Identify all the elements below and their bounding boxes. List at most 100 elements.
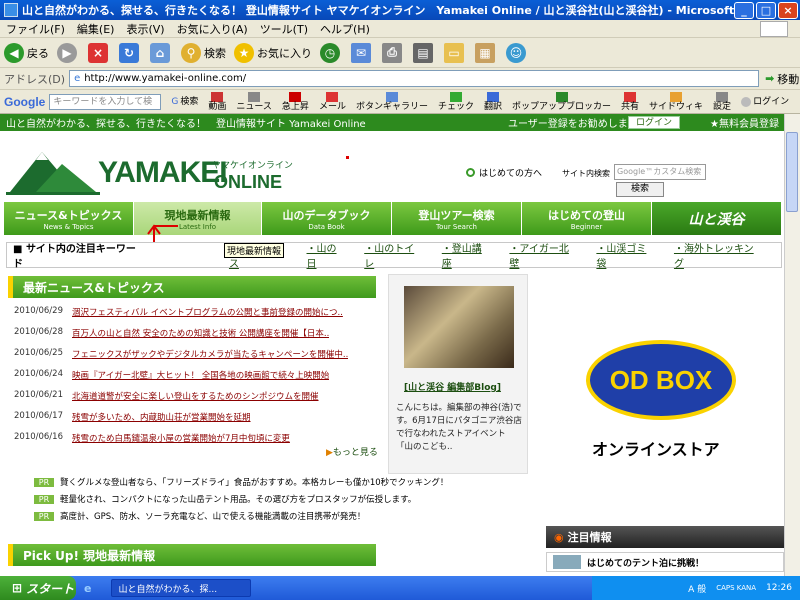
history-icon: ◷ xyxy=(320,42,340,63)
window-titlebar[interactable]: 山と自然がわかる、探せる、行きたくなる！ 登山情報サイト ヤマケイオンライン Y… xyxy=(0,0,800,20)
keyword-link[interactable]: ・海外トレッキング xyxy=(674,240,763,270)
google-translate-button[interactable]: 翻訳 xyxy=(484,91,502,112)
google-logo[interactable]: Google xyxy=(4,95,45,109)
google-check-label: チェック xyxy=(437,101,474,112)
menu-file[interactable]: ファイル(F) xyxy=(6,21,65,37)
menu-view[interactable]: 表示(V) xyxy=(126,21,164,37)
search-label: 検索 xyxy=(204,46,226,60)
news-title-link[interactable]: 北海道道警が安全に楽しい登山をするためのシンポジウムを開催 xyxy=(72,390,319,402)
google-mail-button[interactable]: メール xyxy=(319,91,346,112)
news-title-link[interactable]: 残雪のため白馬鑓温泉小屋の営業開始が7月中旬頃に変更 xyxy=(72,432,290,444)
home-button[interactable]: ⌂ xyxy=(150,42,173,63)
stop-button[interactable]: × xyxy=(88,42,111,63)
ie-quicklaunch-icon[interactable]: e xyxy=(84,582,91,595)
pr-item[interactable]: PR 高度計、GPS、防水、ソーラ充電など、山で使える機能満載の注目携帯が発売！ xyxy=(34,510,365,522)
menu-edit[interactable]: 編集(E) xyxy=(77,21,115,37)
google-g-icon: G xyxy=(171,96,179,107)
more-news-link[interactable]: ▶もっと見る xyxy=(326,445,378,458)
google-search-button[interactable]: G 検索 xyxy=(171,97,198,107)
pr-item[interactable]: PR 軽量化され、コンパクトになった山岳テント用品。その選び方をプロスタッフが伝授… xyxy=(34,493,416,505)
forward-button[interactable]: ▶ xyxy=(57,42,80,63)
nav-yamatokeikoku[interactable]: 山と渓谷 xyxy=(652,202,782,235)
address-input[interactable]: e http://www.yamakei-online.com/ xyxy=(69,70,760,87)
news-title-link[interactable]: 残雪が多いため、内蔵助山荘が営業開始を延期 xyxy=(72,411,251,423)
clock[interactable]: 12:26 xyxy=(766,583,792,593)
logo-yamakei-text[interactable]: YAMAKEI xyxy=(98,156,228,190)
nav-news-topics[interactable]: ニュース&トピックス News & Topics xyxy=(4,202,134,235)
ime-indicator[interactable]: A 般 xyxy=(688,582,706,595)
favorites-button[interactable]: ★ お気に入り xyxy=(234,42,312,63)
news-row[interactable]: 2010/06/17 残雪が多いため、内蔵助山荘が営業開始を延期 xyxy=(14,411,378,423)
yamakei-mountain-logo-icon[interactable] xyxy=(6,148,100,196)
odbox-caption[interactable]: オンラインストア xyxy=(592,436,720,460)
edit-button[interactable]: ▤ xyxy=(413,42,436,63)
menu-favorites[interactable]: お気に入り(A) xyxy=(177,21,248,37)
keyword-link[interactable]: ・山のトイレ xyxy=(364,240,424,270)
news-title-link[interactable]: 涸沢フェスティバル イベントプログラムの公開と事前登録の開始につ.. xyxy=(72,306,343,318)
nav-data-book[interactable]: 山のデータブック Data Book xyxy=(262,202,392,235)
keyword-link[interactable]: ・アイガー北壁 xyxy=(509,240,578,270)
google-search-input[interactable]: キーワードを入力して検 xyxy=(49,93,162,110)
go-button[interactable]: ➡ 移動 xyxy=(765,71,799,87)
news-row[interactable]: 2010/06/21 北海道道警が安全に楽しい登山をするためのシンポジウムを開催 xyxy=(14,390,378,402)
nav-tour-search[interactable]: 登山ツアー検索 Tour Search xyxy=(392,202,522,235)
refresh-button[interactable]: ↻ xyxy=(119,42,142,63)
news-row[interactable]: 2010/06/29 涸沢フェスティバル イベントプログラムの公開と事前登録の開始… xyxy=(14,306,378,318)
google-popup-button[interactable]: ポップアップブロッカー xyxy=(512,91,611,112)
maximize-button[interactable]: □ xyxy=(756,1,776,19)
google-share-button[interactable]: 共有 xyxy=(621,91,639,112)
menu-help[interactable]: ヘルプ(H) xyxy=(320,21,370,37)
news-row[interactable]: 2010/06/24 映画『アイガー北壁』大ヒット！ 全国各地の映画館で続々上映開… xyxy=(14,369,378,381)
mail-button[interactable]: ✉ xyxy=(351,42,374,63)
news-title-link[interactable]: 映画『アイガー北壁』大ヒット！ 全国各地の映画館で続々上映開始 xyxy=(72,369,329,381)
first-time-link[interactable]: はじめての方へ xyxy=(466,166,542,179)
minimize-button[interactable]: _ xyxy=(734,1,754,19)
windows-flag-icon: ⊞ xyxy=(12,581,23,595)
free-member-link[interactable]: ★無料会員登録 xyxy=(710,115,779,130)
google-login-button[interactable]: ログイン xyxy=(741,96,789,107)
site-login-button[interactable]: ログイン xyxy=(628,116,680,129)
google-gallery-button[interactable]: ボタンギャラリー xyxy=(356,91,428,112)
pr-text: 高度計、GPS、防水、ソーラ充電など、山で使える機能満載の注目携帯が発売！ xyxy=(60,512,366,522)
news-row[interactable]: 2010/06/28 百万人の山と自然 安全のための知識と技術 公開講座を開催【日… xyxy=(14,327,378,339)
news-row[interactable]: 2010/06/16 残雪のため白馬鑓温泉小屋の営業開始が7月中旬頃に変更 xyxy=(14,432,378,444)
attention-item[interactable]: はじめてのテント泊に挑戦！ xyxy=(546,552,784,572)
messenger-button[interactable]: ☺ xyxy=(506,42,529,63)
history-button[interactable]: ◷ xyxy=(320,42,343,63)
scrollbar-thumb[interactable] xyxy=(786,132,798,212)
logo-online-text[interactable]: ONLINE xyxy=(214,172,282,193)
blog-title-link[interactable]: [山と渓谷 編集部Blog] xyxy=(404,380,501,393)
attention-thumbnail xyxy=(553,555,581,569)
news-title-link[interactable]: 百万人の山と自然 安全のための知識と技術 公開講座を開催【日本.. xyxy=(72,327,329,339)
mail-icon: ✉ xyxy=(351,42,371,63)
site-search-button[interactable]: 検索 xyxy=(616,182,664,197)
keyword-link[interactable]: ・登山講座 xyxy=(442,240,492,270)
start-button[interactable]: ⊞ スタート xyxy=(0,576,76,600)
search-button[interactable]: ⚲ 検索 xyxy=(181,42,226,63)
research-button[interactable]: ▦ xyxy=(475,42,498,63)
stop-icon: × xyxy=(88,42,108,63)
google-trends-button[interactable]: 急上昇 xyxy=(282,91,309,112)
google-settings-button[interactable]: 設定 xyxy=(713,91,731,112)
google-check-button[interactable]: チェック xyxy=(437,91,474,112)
google-toolbar: Google キーワードを入力して検 G 検索 動画 ニュース 急上昇 メール ボ… xyxy=(0,90,800,114)
gallery-icon xyxy=(385,91,398,102)
keyword-link[interactable]: ・山渓ゴミ袋 xyxy=(596,240,656,270)
pr-item[interactable]: PR 賢くグルメな登山者なら、「フリーズドライ」食品がおすすめ。本格カレーも僅か1… xyxy=(34,476,448,488)
site-search-input[interactable]: Google™カスタム検索 xyxy=(614,164,706,180)
discuss-button[interactable]: ▭ xyxy=(444,42,467,63)
back-button[interactable]: ◀ 戻る xyxy=(4,42,49,63)
news-title-link[interactable]: フェニックスがザックやデジタルカメラが当たるキャンペーンを開催中.. xyxy=(72,348,348,360)
keyword-link[interactable]: ・山の日 xyxy=(307,240,347,270)
nav-beginner[interactable]: はじめての登山 Beginner xyxy=(522,202,652,235)
blog-photo[interactable] xyxy=(404,286,514,368)
news-row[interactable]: 2010/06/25 フェニックスがザックやデジタルカメラが当たるキャンペーンを開… xyxy=(14,348,378,360)
taskbar-ie-window[interactable]: 山と自然がわかる、探... xyxy=(111,579,252,597)
close-button[interactable]: × xyxy=(778,1,798,19)
print-button[interactable]: ⎙ xyxy=(382,42,405,63)
odbox-logo[interactable]: OD BOX xyxy=(586,340,736,420)
google-video-button[interactable]: 動画 xyxy=(208,91,226,112)
menu-tools[interactable]: ツール(T) xyxy=(260,21,308,37)
google-news-button[interactable]: ニュース xyxy=(236,91,272,112)
google-sidewiki-button[interactable]: サイドウィキ xyxy=(649,91,703,112)
